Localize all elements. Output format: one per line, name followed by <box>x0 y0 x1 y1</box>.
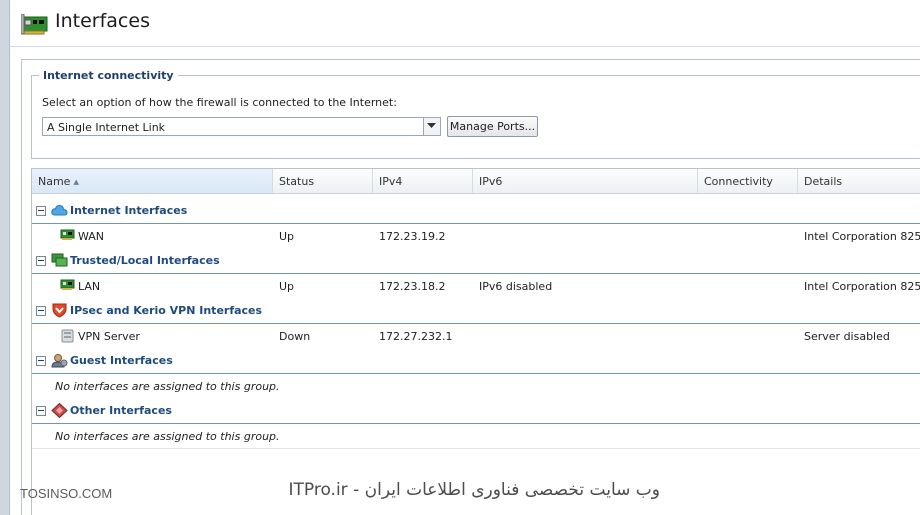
group-label: Other Interfaces <box>70 404 172 417</box>
cell-ipv4: 172.23.18.2 <box>379 280 446 293</box>
group-label: IPsec and Kerio VPN Interfaces <box>70 304 263 317</box>
server-icon <box>60 329 75 343</box>
cell-ipv4: 172.23.19.2 <box>379 230 446 243</box>
page-header: Interfaces <box>10 0 920 47</box>
group-label: Guest Interfaces <box>70 354 173 367</box>
cell-details: Intel Corporation 82545 <box>804 230 920 243</box>
collapse-toggle-icon[interactable] <box>36 256 46 266</box>
collapse-toggle-icon[interactable] <box>36 306 46 316</box>
group-row-vpn-interfaces[interactable]: IPsec and Kerio VPN Interfaces <box>32 298 920 324</box>
collapse-toggle-icon[interactable] <box>36 356 46 366</box>
network-card-icon <box>60 229 75 242</box>
cell-status: Up <box>279 230 295 243</box>
sort-ascending-icon: ▲ <box>73 178 79 186</box>
watermark-tosinso: TOSINSO.COM <box>20 486 113 501</box>
column-header-name-label: Name <box>38 175 71 188</box>
cell-name: VPN Server <box>78 330 140 343</box>
column-header-name[interactable]: Name ▲ <box>32 169 273 193</box>
connectivity-mode-value: A Single Internet Link <box>47 121 166 134</box>
cloud-icon <box>51 203 68 218</box>
shield-icon <box>51 303 68 318</box>
group-row-other-interfaces[interactable]: Other Interfaces <box>32 398 920 424</box>
group-label: Trusted/Local Interfaces <box>70 254 220 267</box>
connectivity-prompt: Select an option of how the firewall is … <box>42 96 397 109</box>
table-row-wan[interactable]: WAN Up 172.23.19.2 Intel Corporation 825… <box>32 223 920 249</box>
column-header-connectivity[interactable]: Connectivity <box>698 169 798 193</box>
internet-connectivity-legend: Internet connectivity <box>39 69 178 82</box>
column-header-ipv4[interactable]: IPv4 <box>373 169 473 193</box>
network-card-icon <box>20 13 49 36</box>
collapse-toggle-icon[interactable] <box>36 406 46 416</box>
group-label: Internet Interfaces <box>70 204 188 217</box>
column-header-status[interactable]: Status <box>273 169 373 193</box>
page-title: Interfaces <box>55 10 150 32</box>
cell-ipv6: IPv6 disabled <box>479 280 553 293</box>
group-row-trusted-local-interfaces[interactable]: Trusted/Local Interfaces <box>32 248 920 274</box>
column-header-ipv6[interactable]: IPv6 <box>473 169 698 193</box>
empty-group-row: No interfaces are assigned to this group… <box>32 373 920 399</box>
watermark-itpro: ITPro.ir - وب سایت تخصصی فناوری اطلاعات … <box>288 480 660 500</box>
diamond-network-icon <box>51 402 68 419</box>
network-card-icon <box>60 279 75 292</box>
cell-status: Up <box>279 280 295 293</box>
grid-header: Name ▲ Status IPv4 IPv6 Connectivity Deta… <box>32 169 920 194</box>
connectivity-mode-select[interactable]: A Single Internet Link <box>42 117 441 136</box>
cell-status: Down <box>279 330 311 343</box>
chevron-down-icon[interactable] <box>423 118 440 135</box>
cell-name: WAN <box>78 230 105 243</box>
cell-name: LAN <box>78 280 101 293</box>
group-row-internet-interfaces[interactable]: Internet Interfaces <box>32 198 920 224</box>
group-row-guest-interfaces[interactable]: Guest Interfaces <box>32 348 920 374</box>
table-row-vpn-server[interactable]: VPN Server Down 172.27.232.1 Server disa… <box>32 323 920 349</box>
collapse-toggle-icon[interactable] <box>36 206 46 216</box>
cell-details: Server disabled <box>804 330 890 343</box>
table-row-lan[interactable]: LAN Up 172.23.18.2 IPv6 disabled Intel C… <box>32 273 920 299</box>
column-header-details[interactable]: Details <box>798 169 920 193</box>
guest-user-icon <box>51 353 68 368</box>
interfaces-grid: Name ▲ Status IPv4 IPv6 Connectivity Deta… <box>31 168 920 515</box>
local-network-icon <box>51 253 68 268</box>
cell-ipv4: 172.27.232.1 <box>379 330 453 343</box>
cell-details: Intel Corporation 82545 <box>804 280 920 293</box>
manage-ports-button[interactable]: Manage Ports... <box>447 116 538 137</box>
empty-group-note: No interfaces are assigned to this group… <box>55 430 280 443</box>
left-navigation-rail <box>0 0 10 515</box>
empty-group-note: No interfaces are assigned to this group… <box>55 380 280 393</box>
empty-group-row: No interfaces are assigned to this group… <box>32 423 920 449</box>
